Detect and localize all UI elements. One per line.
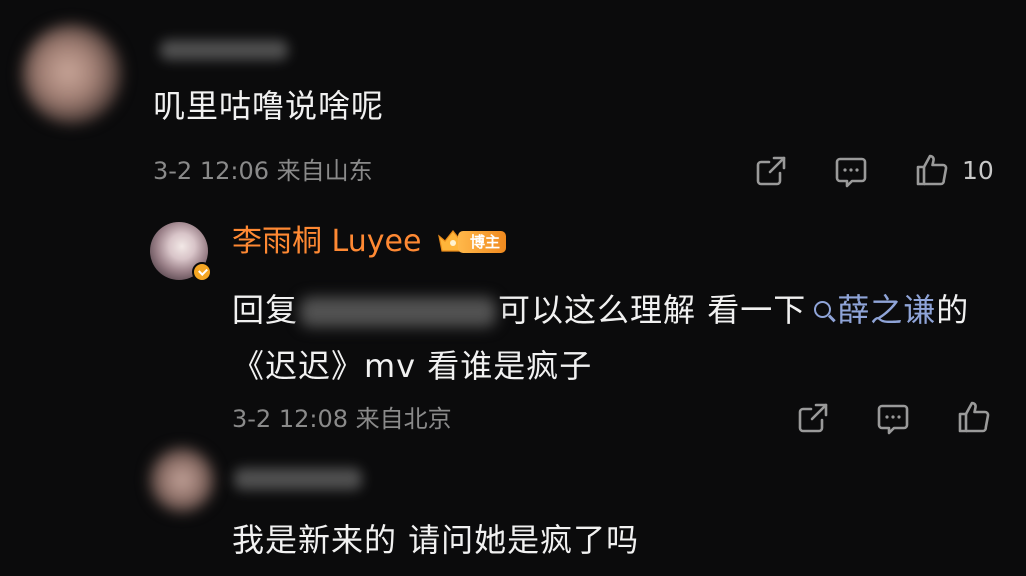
avatar[interactable] — [150, 448, 214, 512]
comment-text: 我是新来的 请问她是疯了吗 — [232, 521, 640, 559]
mention-redacted[interactable] — [300, 297, 497, 327]
like-count: 10 — [962, 156, 994, 185]
avatar[interactable] — [22, 24, 122, 124]
username-redacted[interactable] — [234, 468, 362, 490]
comment-location: 来自山东 — [276, 157, 373, 185]
reply-text-part: 可以这么理解 看一下 — [498, 291, 807, 329]
thumbs-up-icon[interactable] — [914, 152, 950, 188]
comment-thread: 叽里咕噜说啥呢 3-2 12:06 来自山东 10 李雨桐 Luyee 博主 回… — [0, 0, 1026, 576]
search-term[interactable]: 薛之谦 — [837, 291, 936, 329]
host-badge-label: 博主 — [458, 231, 507, 253]
username[interactable]: 李雨桐 Luyee — [232, 222, 421, 262]
share-icon[interactable] — [796, 401, 830, 435]
comment-meta: 3-2 12:08 来自北京 — [232, 404, 452, 434]
search-link[interactable]: 薛之谦 — [806, 291, 936, 329]
reply-prefix: 回复 — [232, 291, 299, 329]
verified-badge-icon — [192, 262, 212, 282]
host-badge: 博主 — [436, 228, 508, 254]
comment-location: 来自北京 — [355, 405, 452, 433]
comment-time: 3-2 12:08 — [232, 405, 348, 433]
avatar[interactable] — [150, 222, 212, 282]
comment-time: 3-2 12:06 — [153, 157, 269, 185]
comment-icon[interactable] — [876, 402, 910, 436]
comment-text: 叽里咕噜说啥呢 — [153, 87, 385, 125]
username-redacted[interactable] — [160, 40, 288, 60]
comment-icon[interactable] — [834, 155, 868, 189]
comment-meta: 3-2 12:06 来自山东 — [153, 156, 373, 186]
share-icon[interactable] — [754, 154, 788, 188]
search-icon — [814, 301, 832, 318]
reply-text: 回复 可以这么理解 看一下 薛之谦的《迟迟》mv 看谁是疯子 — [232, 282, 992, 394]
thumbs-up-icon[interactable] — [956, 399, 992, 435]
